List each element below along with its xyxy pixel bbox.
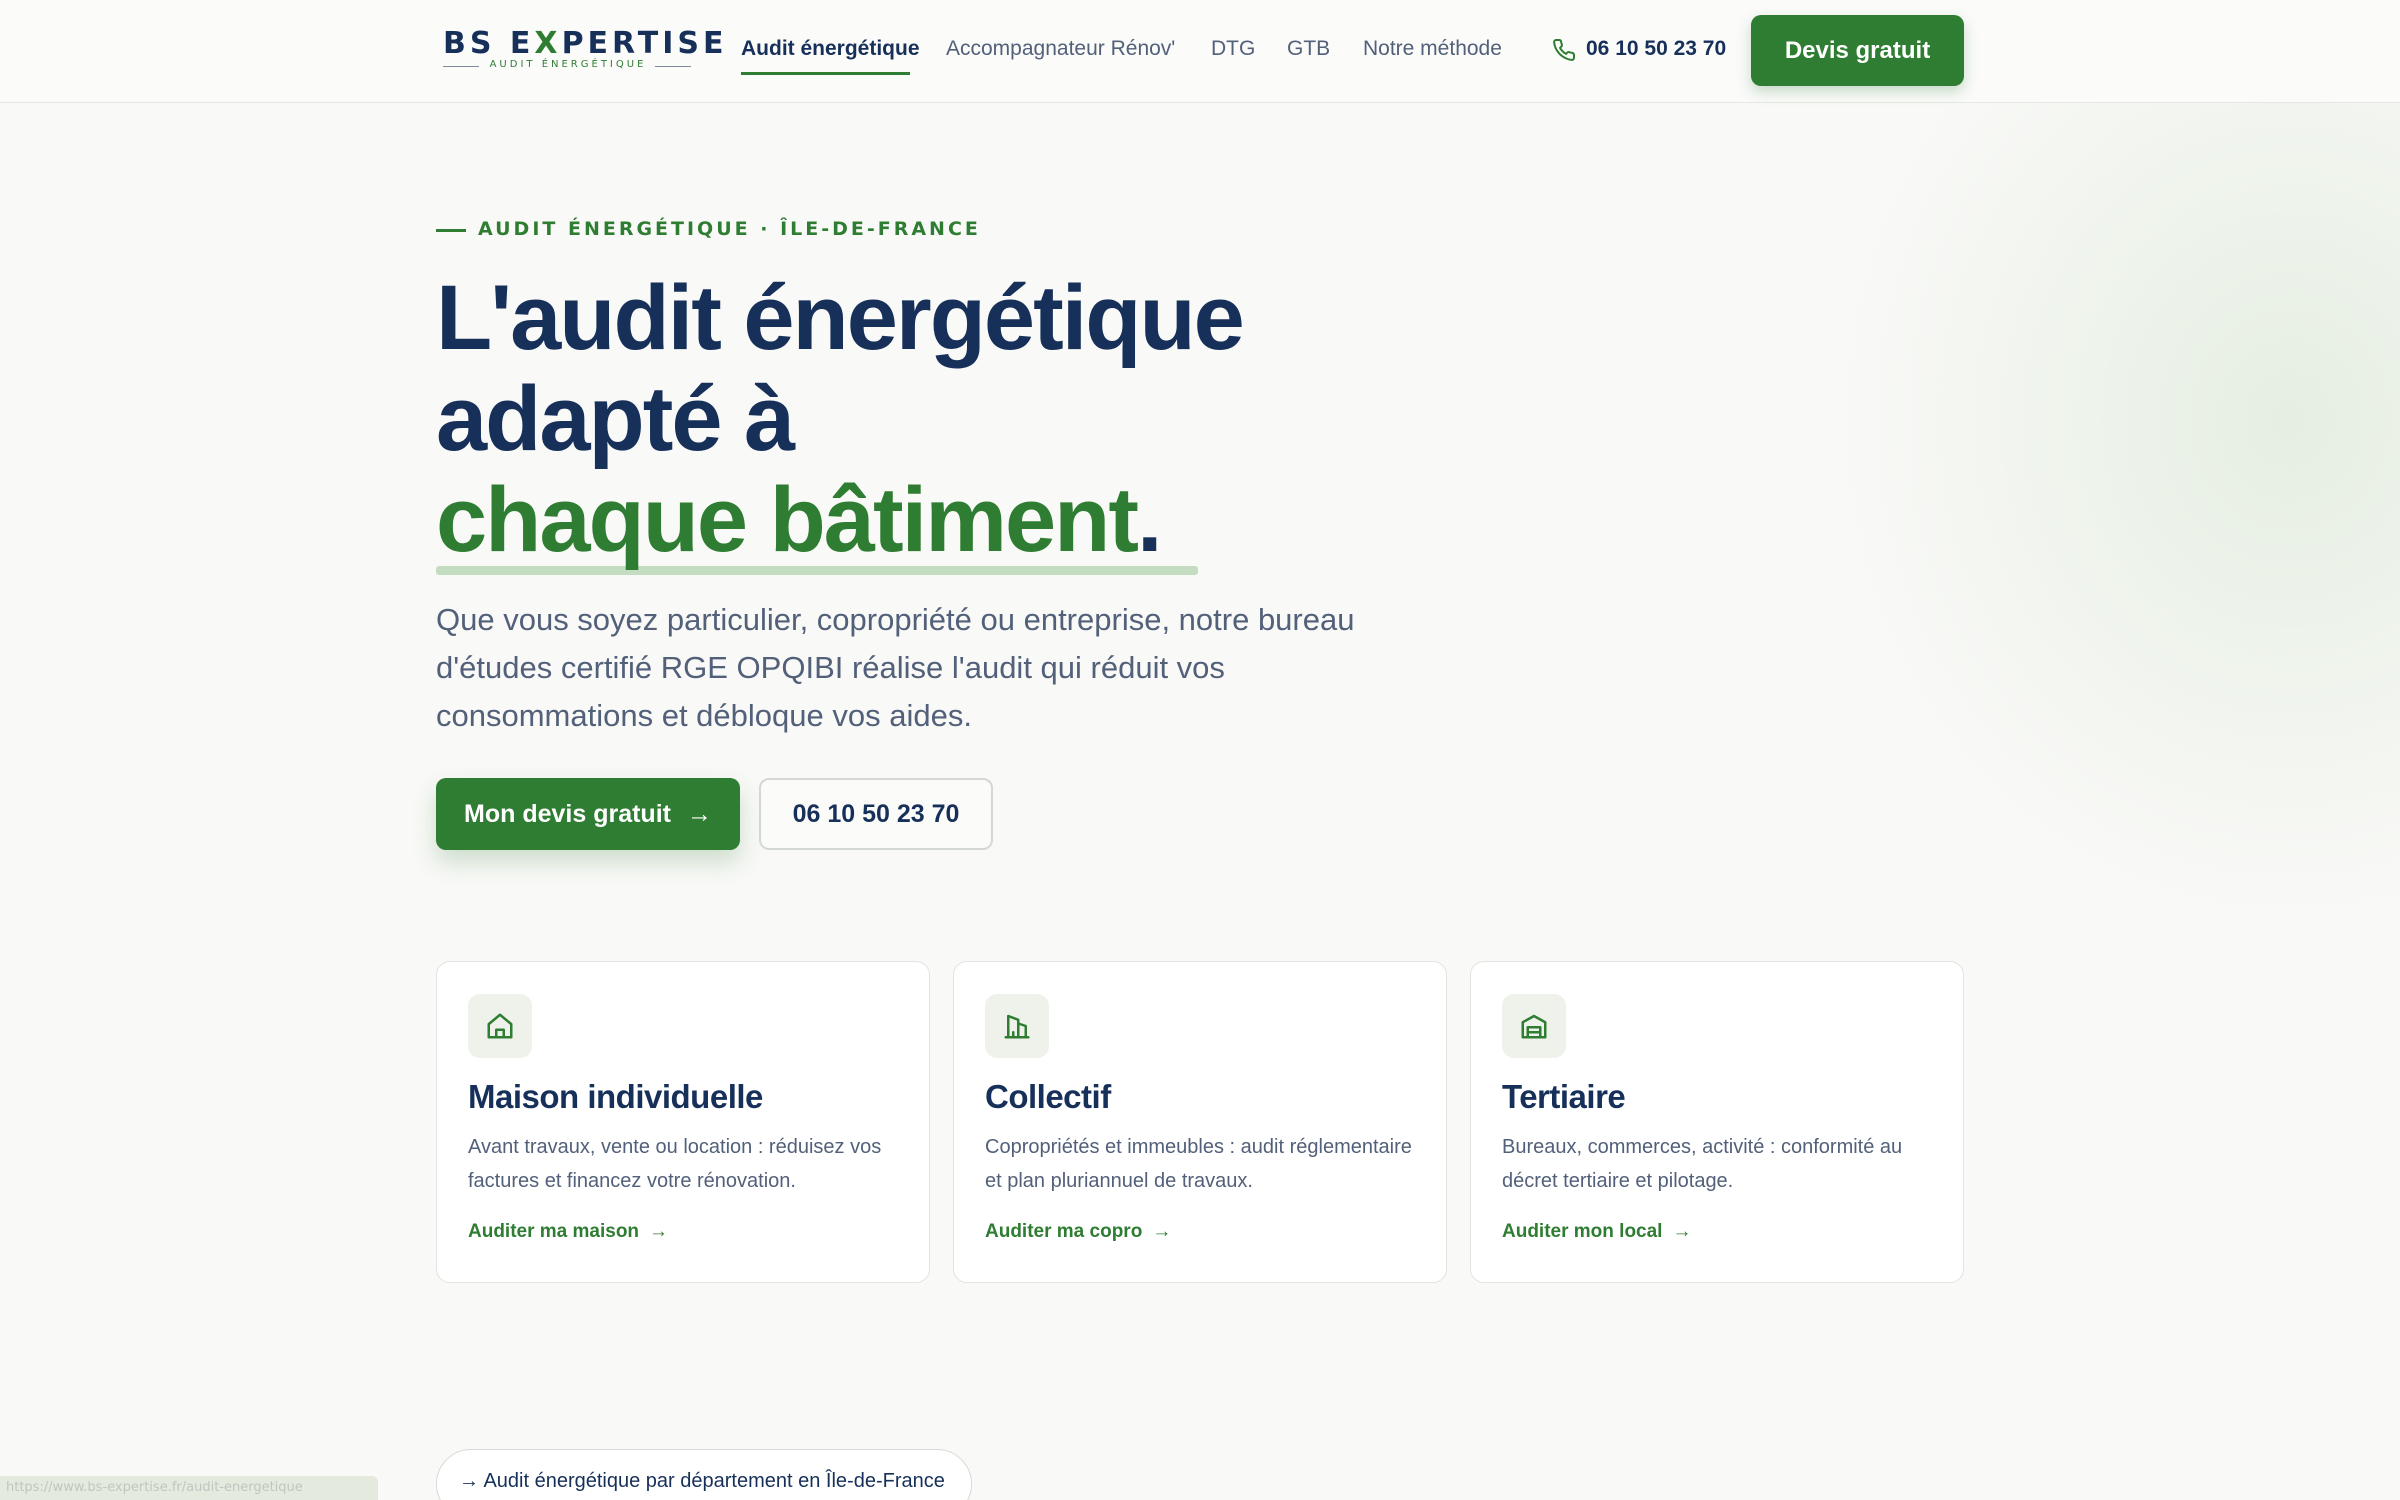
card-link-maison[interactable]: Auditer ma maison → — [468, 1221, 668, 1243]
card-description: Copropriétés et immeubles : audit réglem… — [985, 1136, 1412, 1192]
hero-lead: Que vous soyez particulier, copropriété … — [436, 602, 1355, 733]
card-title: Maison individuelle — [468, 1078, 763, 1115]
nav-notre-methode[interactable]: Notre méthode — [1363, 37, 1502, 61]
site-header: BS EXPERTISE AUDIT ÉNERGÉTIQUE Audit éne… — [0, 0, 2400, 103]
hero-devis-button[interactable]: Mon devis gratuit → — [436, 778, 740, 850]
logo-rule-right — [655, 66, 691, 67]
hero-title-line-3: chaque bâtiment. — [436, 470, 1436, 570]
card-link-local[interactable]: Auditer mon local → — [1502, 1221, 1691, 1243]
logo-rule-left — [443, 66, 479, 67]
card-title: Collectif — [985, 1078, 1111, 1115]
nav-accompagnateur-renov[interactable]: Accompagnateur Rénov' — [946, 37, 1175, 61]
house-icon — [468, 994, 532, 1058]
hero-title-line-1: L'audit énergétique — [436, 267, 1245, 369]
hero-phone-button[interactable]: 06 10 50 23 70 — [759, 778, 993, 850]
building-icon — [985, 994, 1049, 1058]
logo-x-letter: X — [534, 26, 562, 61]
hero-title-dot: . — [1137, 469, 1163, 571]
card-tertiaire[interactable]: Tertiaire Bureaux, commerces, activité :… — [1470, 961, 1964, 1283]
header-phone-number: 06 10 50 23 70 — [1586, 37, 1727, 60]
card-link-copro[interactable]: Auditer ma copro → — [985, 1221, 1171, 1243]
logo-wordmark: BS EXPERTISE — [443, 26, 728, 61]
background-glow — [1800, 60, 2400, 960]
department-link[interactable]: → Audit énergétique par département en Î… — [436, 1449, 972, 1500]
logo-tagline-row: AUDIT ÉNERGÉTIQUE — [443, 59, 691, 73]
eyebrow-dash — [436, 229, 466, 232]
arrow-right-icon: → — [1152, 1221, 1172, 1242]
warehouse-icon — [1502, 994, 1566, 1058]
arrow-right-icon: → — [649, 1221, 669, 1242]
status-bar-url: https://www.bs-expertise.fr/audit-energe… — [0, 1476, 378, 1500]
nav-gtb[interactable]: GTB — [1287, 37, 1330, 61]
arrow-right-icon: → — [686, 799, 712, 828]
nav-dtg[interactable]: DTG — [1211, 37, 1255, 61]
hero-title-line-2: adapté à — [436, 368, 795, 470]
card-collectif[interactable]: Collectif Copropriétés et immeubles : au… — [953, 961, 1447, 1283]
card-title: Tertiaire — [1502, 1078, 1626, 1115]
logo[interactable]: BS EXPERTISE AUDIT ÉNERGÉTIQUE — [443, 26, 724, 73]
eyebrow-text: AUDIT ÉNERGÉTIQUE · ÎLE-DE-FRANCE — [478, 218, 981, 240]
nav-active-indicator — [741, 72, 910, 75]
arrow-right-icon: → — [1672, 1221, 1692, 1242]
header-devis-button[interactable]: Devis gratuit — [1751, 15, 1964, 86]
card-maison-individuelle[interactable]: Maison individuelle Avant travaux, vente… — [436, 961, 930, 1283]
nav-audit-energetique[interactable]: Audit énergétique — [741, 37, 920, 61]
logo-tagline: AUDIT ÉNERGÉTIQUE — [489, 59, 647, 70]
card-description: Avant travaux, vente ou location : rédui… — [468, 1136, 882, 1192]
phone-icon — [1553, 38, 1576, 61]
hero-title-accent: chaque bâtiment — [436, 469, 1139, 571]
hero-devis-label: Mon devis gratuit — [464, 799, 671, 828]
card-description: Bureaux, commerces, activité : conformit… — [1502, 1136, 1903, 1192]
